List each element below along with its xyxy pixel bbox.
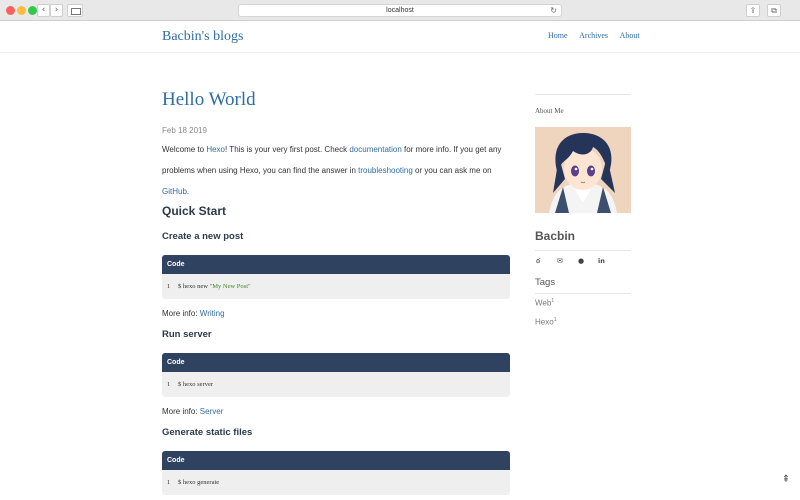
code-header: Code xyxy=(162,451,510,470)
chevron-right-icon: › xyxy=(54,5,59,15)
weibo-icon[interactable]: ఠ xyxy=(536,255,540,267)
top-nav: Home Archives About xyxy=(548,31,640,40)
more-info: More info: Writing xyxy=(162,309,225,318)
address-text: localhost xyxy=(386,7,414,14)
tabs-icon: ⧉ xyxy=(771,6,777,15)
address-bar[interactable]: localhost ↻ xyxy=(238,4,562,17)
code-text: $ hexo server xyxy=(178,381,214,388)
code-text: $ hexo new "My New Post" xyxy=(178,274,251,299)
tag-web[interactable]: Web1 xyxy=(535,298,554,308)
server-link[interactable]: Server xyxy=(200,407,224,416)
avatar-illustration xyxy=(535,127,631,213)
code-block: Code 1 $ hexo new "My New Post" xyxy=(162,255,510,299)
tag-count: 1 xyxy=(553,317,557,323)
sidebar-divider xyxy=(535,293,631,294)
section-heading: Run server xyxy=(162,329,212,340)
nav-home-link[interactable]: Home xyxy=(548,31,568,40)
intro-text: . xyxy=(186,187,190,196)
tags-title: Tags xyxy=(535,277,556,288)
tag-count: 1 xyxy=(551,298,555,304)
mail-icon[interactable]: ✉ xyxy=(557,255,563,267)
line-number: 1 xyxy=(167,283,171,290)
post-date: Feb 18 2019 xyxy=(162,126,207,135)
line-number: 1 xyxy=(167,381,171,388)
code-line: 1 $ hexo generate xyxy=(162,470,510,495)
command-text: $ hexo new xyxy=(178,283,210,290)
minimize-window-button[interactable] xyxy=(17,6,26,15)
code-line: 1 $ hexo new "My New Post" xyxy=(162,274,510,299)
writing-link[interactable]: Writing xyxy=(200,309,225,318)
code-text: $ hexo generate xyxy=(178,479,220,486)
browser-toolbar: ‹ › localhost ↻ ⇪ ⧉ xyxy=(0,0,800,21)
intro-text: or you can ask me on xyxy=(412,166,492,175)
chevron-left-icon: ‹ xyxy=(41,5,46,15)
more-info-label: More info: xyxy=(162,309,200,318)
github-icon[interactable]: ● xyxy=(578,255,584,267)
post-intro: Welcome to Hexo! This is your very first… xyxy=(162,139,512,202)
author-name: Bacbin xyxy=(535,229,576,243)
hexo-link[interactable]: Hexo xyxy=(206,145,225,154)
reload-icon[interactable]: ↻ xyxy=(550,5,557,16)
string-literal: "My New Post" xyxy=(209,283,251,290)
code-block: Code 1 $ hexo generate xyxy=(162,451,510,495)
share-icon: ⇪ xyxy=(749,6,757,15)
sidebar-toggle-button[interactable] xyxy=(67,4,83,17)
sidebar-divider xyxy=(535,94,631,95)
code-header: Code xyxy=(162,255,510,274)
intro-text: Welcome to xyxy=(162,145,207,154)
nav-archives-link[interactable]: Archives xyxy=(579,31,608,40)
post-title[interactable]: Hello World xyxy=(162,89,256,111)
close-window-button[interactable] xyxy=(6,6,15,15)
show-tabs-button[interactable]: ⧉ xyxy=(767,4,781,17)
github-link[interactable]: GitHub xyxy=(162,187,187,196)
about-me-title: About Me xyxy=(535,107,564,115)
tag-name: Web xyxy=(535,298,552,308)
section-heading: Generate static files xyxy=(162,427,253,438)
code-line: 1 $ hexo server xyxy=(162,372,510,397)
code-header: Code xyxy=(162,353,510,372)
code-block: Code 1 $ hexo server xyxy=(162,353,510,397)
share-button[interactable]: ⇪ xyxy=(746,4,760,17)
site-header: Bacbin's blogs Home Archives About xyxy=(0,22,800,53)
more-info-label: More info: xyxy=(162,407,200,416)
scroll-to-top-icon[interactable]: ⇞ xyxy=(780,474,792,486)
nav-about-link[interactable]: About xyxy=(620,31,640,40)
tag-name: Hexo xyxy=(535,317,554,327)
back-button[interactable]: ‹ xyxy=(37,4,50,17)
more-info: More info: Server xyxy=(162,407,223,416)
documentation-link[interactable]: documentation xyxy=(349,145,401,154)
site-title[interactable]: Bacbin's blogs xyxy=(162,29,243,45)
section-heading: Create a new post xyxy=(162,231,244,242)
tag-hexo[interactable]: Hexo1 xyxy=(535,317,556,327)
forward-button[interactable]: › xyxy=(50,4,63,17)
quick-start-heading: Quick Start xyxy=(162,204,227,218)
troubleshooting-link[interactable]: troubleshooting xyxy=(358,166,413,175)
linkedin-icon[interactable]: in xyxy=(598,255,605,267)
social-links: ఠ ✉ ● in xyxy=(535,255,631,267)
intro-text: ! This is your very first post. Check xyxy=(225,145,350,154)
avatar xyxy=(535,127,631,213)
line-number: 1 xyxy=(167,479,171,486)
zoom-window-button[interactable] xyxy=(28,6,37,15)
sidebar-divider xyxy=(535,250,631,251)
